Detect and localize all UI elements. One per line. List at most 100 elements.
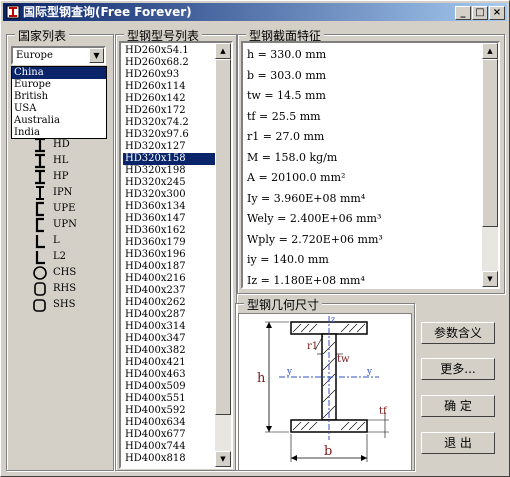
model-list-item[interactable]: HD320x97.6 (123, 129, 217, 141)
section-prop: r1 = 27.0 mm (247, 130, 325, 143)
model-list-item[interactable]: HD400x187 (123, 261, 217, 273)
model-list-item[interactable]: HD400x262 (123, 297, 217, 309)
l2-shape-icon (35, 251, 45, 265)
model-list-item[interactable]: HD400x677 (123, 429, 217, 441)
ok-button[interactable]: 确 定 (421, 395, 495, 417)
model-list-item[interactable]: HD360x134 (123, 201, 217, 213)
model-list-item[interactable]: HD400x509 (123, 381, 217, 393)
scroll-down-icon[interactable]: ▼ (215, 451, 231, 467)
model-list-item[interactable]: HD400x592 (123, 405, 217, 417)
shape-label: RHS (53, 283, 77, 294)
scroll-up-icon[interactable]: ▲ (215, 43, 231, 59)
model-list-item[interactable]: HD320x74.2 (123, 117, 217, 129)
chs-shape-icon (33, 266, 47, 280)
main-window: 国际型钢查询(Free Forever) _ □ × 国家列表 Europe ▼… (0, 0, 510, 477)
model-list-item[interactable]: HD260x172 (123, 105, 217, 117)
model-list-item[interactable]: HD260x54.1 (123, 45, 217, 57)
model-list-item[interactable]: HD400x382 (123, 345, 217, 357)
geometry-group-label: 型钢几何尺寸 (244, 296, 323, 313)
maximize-button[interactable]: □ (472, 6, 488, 20)
upn-shape-icon (35, 217, 44, 233)
shs-shape-icon (33, 299, 46, 312)
model-list-item[interactable]: HD320x245 (123, 177, 217, 189)
section-prop: Wely = 2.400E+06 mm³ (247, 212, 382, 225)
props-scrollbar[interactable]: ▲ ▼ (482, 43, 498, 287)
hl-shape-icon (35, 153, 45, 169)
h-label: h (257, 371, 266, 386)
model-list-item[interactable]: HD320x198 (123, 165, 217, 177)
rhs-shape-icon (34, 282, 46, 296)
more-button[interactable]: 更多... (421, 358, 495, 380)
model-list-item[interactable]: HD400x551 (123, 393, 217, 405)
model-list-item[interactable]: HD260x142 (123, 93, 217, 105)
ipn-shape-icon (36, 186, 44, 200)
model-list-item[interactable]: HD400x237 (123, 285, 217, 297)
country-select-value: Europe (16, 50, 53, 61)
section-prop: Iy = 3.960E+08 mm⁴ (247, 191, 366, 205)
country-option[interactable]: Europe (12, 79, 106, 91)
props-scroll-down-icon[interactable]: ▼ (482, 271, 498, 287)
model-list-item[interactable]: HD360x147 (123, 213, 217, 225)
shape-label: L (53, 235, 60, 246)
section-prop: Wply = 2.720E+06 mm³ (247, 232, 383, 246)
title-bar: 国际型钢查询(Free Forever) _ □ × (3, 3, 507, 21)
minimize-button[interactable]: _ (455, 6, 471, 20)
model-list-item[interactable]: HD360x196 (123, 249, 217, 261)
r1-label: r1 (307, 341, 318, 352)
shape-label: L2 (53, 251, 67, 262)
model-listbox[interactable]: HD260x54.1 HD260x68.2 HD260x93 HD260x114 HD2… (119, 41, 233, 469)
model-list-item[interactable]: HD260x68.2 (123, 57, 217, 69)
section-prop: Iz = 1.180E+08 mm⁴ (247, 273, 365, 287)
scroll-thumb[interactable] (215, 59, 231, 415)
model-list-item[interactable]: HD320x300 (123, 189, 217, 201)
y-axis-label-right: y (366, 367, 373, 377)
shape-label: UPN (53, 219, 77, 230)
model-list-item[interactable]: HD400x463 (123, 369, 217, 381)
model-list-scrollbar[interactable]: ▲ ▼ (215, 43, 231, 467)
country-dropdown[interactable]: China Europe British USA Australia India (11, 66, 107, 139)
params-meaning-button[interactable]: 参数含义 (421, 322, 495, 344)
model-list-item[interactable]: HD400x314 (123, 321, 217, 333)
b-label: b (324, 444, 332, 459)
exit-button[interactable]: 退 出 (421, 432, 495, 454)
model-list-item[interactable]: HD320x127 (123, 141, 217, 153)
section-diagram: z y y h b tw r1 tf (238, 313, 412, 471)
section-prop: h = 330.0 mm (247, 48, 327, 61)
model-list-item[interactable]: HD400x287 (123, 309, 217, 321)
model-list-item[interactable]: HD400x347 (123, 333, 217, 345)
model-list-item[interactable]: HD400x421 (123, 357, 217, 369)
tw-label: tw (337, 354, 350, 365)
close-button[interactable]: × (489, 6, 505, 20)
country-option[interactable]: Australia (12, 115, 106, 127)
model-list-item[interactable]: HD260x93 (123, 69, 217, 81)
hd-shape-icon (35, 137, 45, 153)
props-scroll-thumb[interactable] (482, 59, 498, 227)
section-prop: iy = 140.0 mm (247, 253, 329, 266)
z-axis-label: z (331, 315, 335, 324)
app-icon (6, 5, 20, 19)
model-list-item[interactable]: HD360x179 (123, 237, 217, 249)
model-list-item[interactable]: HD400x216 (123, 273, 217, 285)
country-option[interactable]: China (12, 67, 106, 79)
chevron-down-icon[interactable]: ▼ (89, 48, 104, 63)
model-list-item[interactable]: HD400x634 (123, 417, 217, 429)
tf-label: tf (379, 406, 388, 417)
model-list-item[interactable]: HD400x744 (123, 441, 217, 453)
model-list-item[interactable]: HD400x818 (123, 453, 217, 465)
model-list-item[interactable]: HD320x158 (122, 152, 218, 166)
model-list-item[interactable]: HD360x162 (123, 225, 217, 237)
model-list-item[interactable]: HD260x114 (123, 81, 217, 93)
country-option[interactable]: British (12, 91, 106, 103)
section-props-box[interactable]: h = 330.0 mm b = 303.0 mm tw = 14.5 mm tf =… (241, 41, 500, 289)
shape-label: HP (53, 171, 69, 182)
country-select[interactable]: Europe ▼ (11, 46, 106, 65)
section-prop: tf = 25.5 mm (247, 109, 321, 123)
country-option[interactable]: USA (12, 103, 106, 115)
shape-label: CHS (53, 267, 77, 278)
shape-label: UPE (53, 203, 76, 214)
section-prop: tw = 14.5 mm (247, 89, 326, 102)
window-title: 国际型钢查询(Free Forever) (23, 5, 192, 19)
props-scroll-up-icon[interactable]: ▲ (482, 43, 498, 59)
shape-label: HD (53, 139, 70, 150)
country-option[interactable]: India (12, 127, 106, 139)
